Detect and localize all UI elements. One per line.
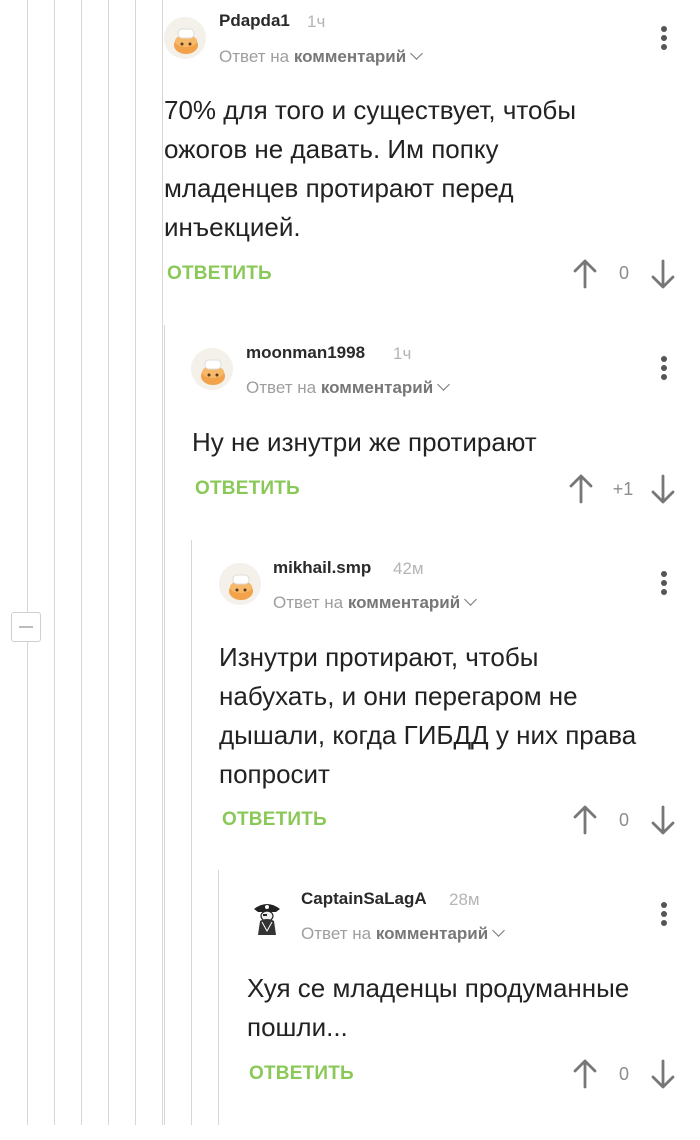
comment-time: 28м	[449, 890, 480, 909]
more-options-icon[interactable]	[652, 354, 676, 384]
upvote-arrow-icon[interactable]	[566, 473, 596, 505]
upvote-arrow-icon[interactable]	[570, 804, 600, 836]
comment-text: 70% для того и существует, чтобы ожогов …	[164, 95, 577, 242]
username[interactable]: mikhail.smp	[273, 558, 371, 578]
upvote-arrow-icon[interactable]	[570, 258, 600, 290]
pirate-captain-avatar[interactable]	[246, 895, 288, 937]
reply-target: комментарий	[320, 378, 434, 397]
downvote-arrow-icon[interactable]	[648, 258, 678, 290]
username[interactable]: Pdapda1	[219, 11, 290, 31]
username[interactable]: moonman1998	[246, 343, 365, 363]
downvote-arrow-icon[interactable]	[648, 473, 678, 505]
chevron-down-icon	[437, 378, 451, 391]
upvote-arrow-icon[interactable]	[570, 1058, 600, 1090]
chef-bun-avatar[interactable]	[219, 563, 261, 605]
reply-prefix: Ответ на	[301, 924, 372, 943]
reply-target: комментарий	[293, 47, 407, 66]
rating-count: 0	[618, 263, 629, 283]
comment-text: Изнутри протирают, чтобы набухать, и они…	[219, 642, 637, 789]
comment-time: 42м	[393, 559, 424, 578]
thread-line	[218, 870, 219, 1125]
reply-button[interactable]: ОТВЕТИТЬ	[249, 1063, 354, 1085]
username[interactable]: CaptainSaLagA	[301, 889, 427, 909]
comment-time: 1ч	[393, 344, 412, 363]
reply-prefix: Ответ на	[219, 47, 290, 66]
chevron-down-icon	[492, 924, 506, 937]
reply-prefix: Ответ на	[246, 378, 317, 397]
reply-to-link[interactable]: Ответ на комментарий	[219, 47, 424, 67]
thread-line	[54, 0, 55, 1125]
reply-button[interactable]: ОТВЕТИТЬ	[195, 478, 300, 500]
thread-line	[81, 0, 82, 1125]
chef-bun-avatar[interactable]	[191, 348, 233, 390]
rating-count: +1	[612, 479, 634, 499]
reply-to-link[interactable]: Ответ на комментарий	[301, 924, 506, 944]
comment-time: 1ч	[307, 12, 326, 31]
reply-to-link[interactable]: Ответ на комментарий	[246, 378, 451, 398]
rating-count: 0	[618, 1064, 629, 1084]
comment-text: Ну не изнутри же протирают	[192, 427, 537, 457]
thread-line	[191, 540, 192, 1125]
thread-line	[27, 0, 28, 1125]
collapse-thread-icon[interactable]	[11, 612, 41, 642]
downvote-arrow-icon[interactable]	[648, 804, 678, 836]
more-options-icon[interactable]	[652, 569, 676, 599]
thread-line	[135, 0, 136, 1125]
comment-text: Хуя се младенцы продуманные пошли...	[247, 973, 630, 1042]
chef-bun-avatar[interactable]	[164, 17, 206, 59]
reply-target: комментарий	[347, 593, 461, 612]
reply-target: комментарий	[375, 924, 489, 943]
thread-line	[164, 325, 165, 1125]
chevron-down-icon	[464, 593, 478, 606]
more-options-icon[interactable]	[652, 24, 676, 54]
thread-line	[162, 0, 163, 1125]
downvote-arrow-icon[interactable]	[648, 1058, 678, 1090]
reply-to-link[interactable]: Ответ на комментарий	[273, 593, 478, 613]
reply-button[interactable]: ОТВЕТИТЬ	[167, 263, 272, 285]
reply-button[interactable]: ОТВЕТИТЬ	[222, 809, 327, 831]
reply-prefix: Ответ на	[273, 593, 344, 612]
rating-count: 0	[618, 810, 629, 830]
chevron-down-icon	[410, 47, 424, 60]
thread-line	[108, 0, 109, 1125]
more-options-icon[interactable]	[652, 900, 676, 930]
